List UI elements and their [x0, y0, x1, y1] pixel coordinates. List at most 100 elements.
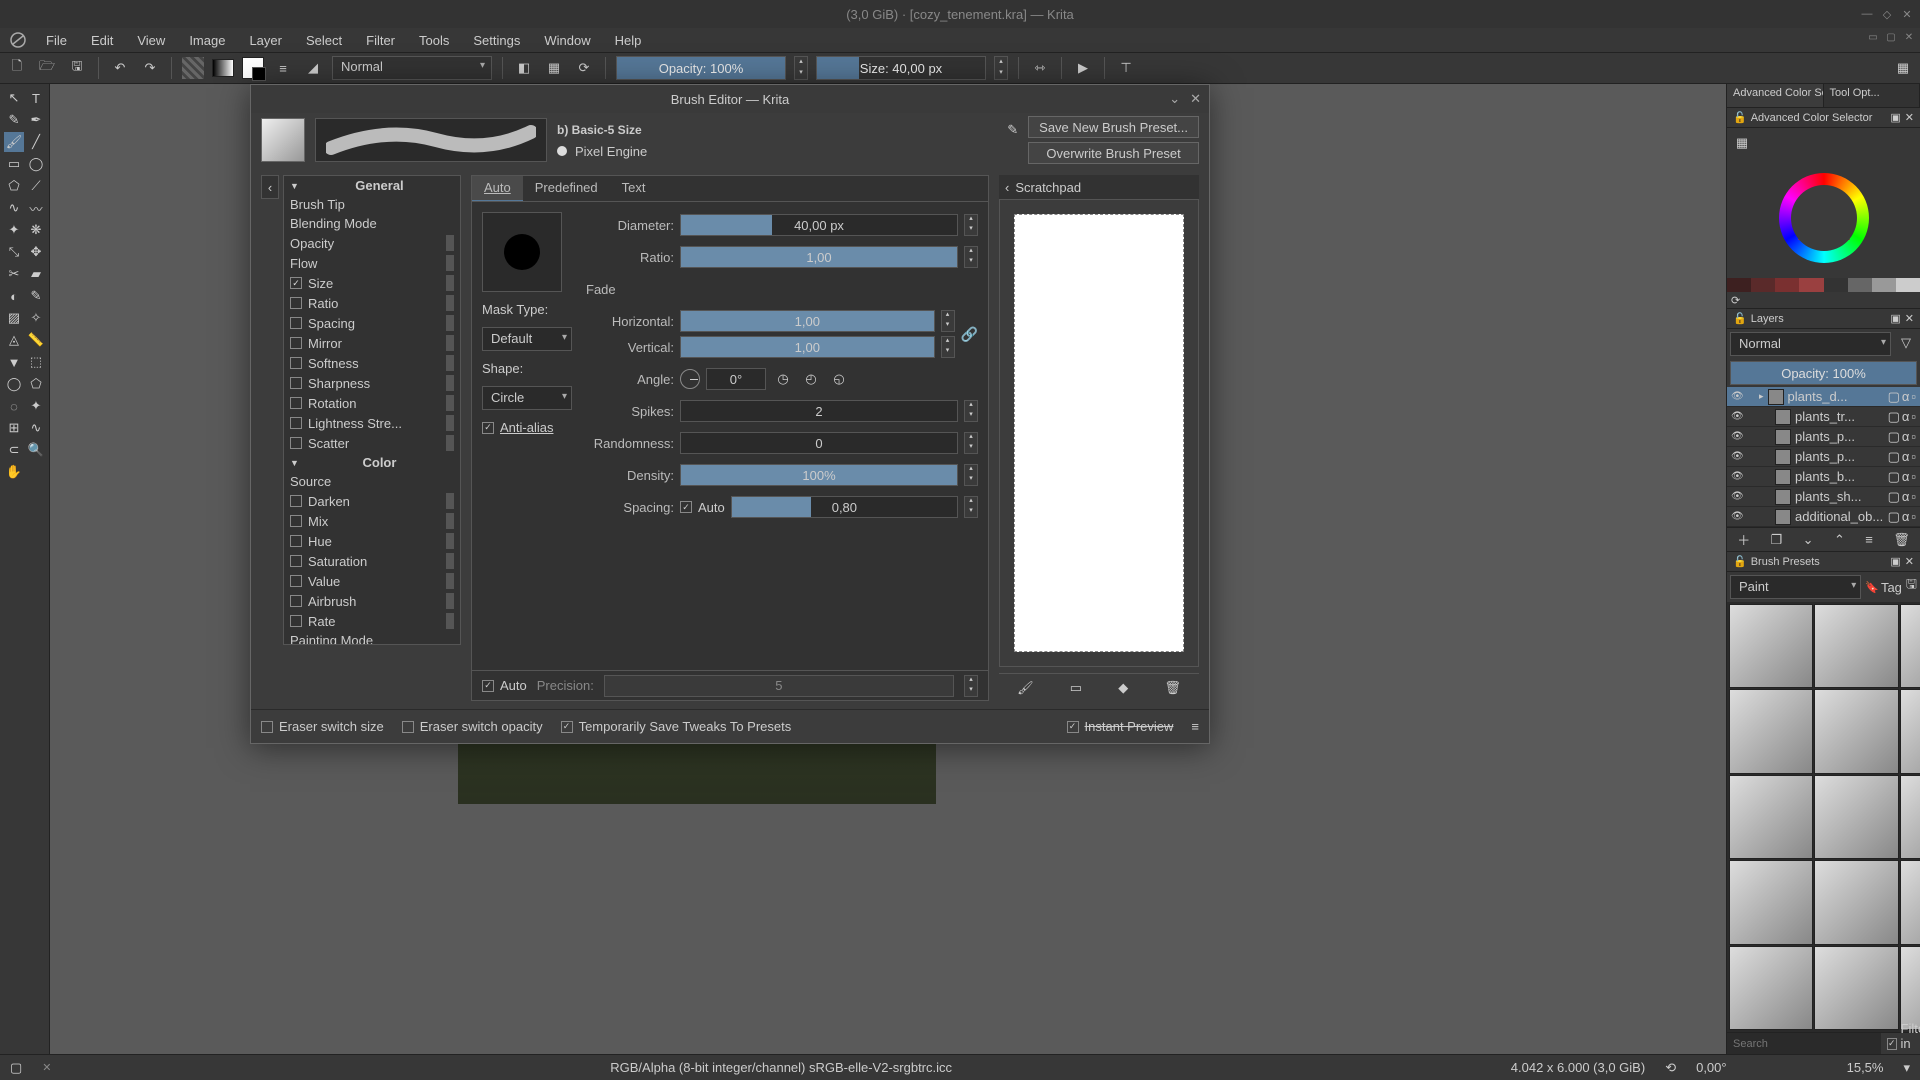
prop-general[interactable]: ▼General	[284, 176, 460, 195]
alpha-lock-icon[interactable]: ▦	[543, 57, 565, 79]
alpha-icon[interactable]: α	[1902, 489, 1910, 505]
brush-preset-item[interactable]	[1729, 775, 1813, 859]
sel-contig-tool-icon[interactable]: ✦	[26, 396, 46, 416]
reload-history-icon[interactable]: ⟳	[1731, 294, 1740, 307]
ws-min-icon[interactable]: ▭	[1866, 30, 1880, 44]
scratchpad-back-icon[interactable]: ‹	[1005, 180, 1009, 195]
rotate-icon[interactable]: ⟲	[1665, 1060, 1676, 1076]
new-file-icon[interactable]: 🗋	[6, 57, 28, 79]
collapse-props-button[interactable]: ‹	[261, 175, 279, 199]
brush-preset-item[interactable]	[1900, 604, 1920, 688]
prop-color[interactable]: ▼Color	[284, 453, 460, 472]
temp-save-tweaks-checkbox[interactable]: Temporarily Save Tweaks To Presets	[561, 719, 792, 734]
filter-in-tag[interactable]: Filter in Tag	[1881, 1033, 1920, 1054]
preset-search-input[interactable]	[1727, 1033, 1881, 1054]
pattern-tool-icon[interactable]: ▨	[4, 308, 24, 328]
layer-row[interactable]: 👁plants_p...▢α▫	[1727, 447, 1920, 467]
diameter-slider[interactable]: 40,00 px	[680, 214, 958, 236]
preset-tag-combo[interactable]: Paint	[1730, 575, 1861, 599]
property-list[interactable]: ▼GeneralBrush TipBlending ModeOpacityFlo…	[283, 175, 461, 645]
dyna-tool-icon[interactable]: ✦	[4, 220, 24, 240]
ellipse-tool-icon[interactable]: ◯	[26, 154, 46, 174]
brush-preset-item[interactable]	[1814, 860, 1898, 944]
layer-row[interactable]: 👁plants_tr...▢α▫	[1727, 407, 1920, 427]
menu-file[interactable]: File	[36, 31, 77, 50]
brush-preset-item[interactable]	[1814, 604, 1898, 688]
scratch-rect-icon[interactable]: ▭	[1070, 680, 1082, 696]
save-tag-icon[interactable]: 🖫	[1906, 575, 1917, 599]
redo-icon[interactable]: ↷	[139, 57, 161, 79]
inherit-icon[interactable]: ▫	[1911, 409, 1916, 425]
brush-preset-item[interactable]	[1729, 860, 1813, 944]
prop-opacity[interactable]: Opacity	[284, 233, 460, 253]
lock-icon[interactable]: ▢	[1888, 489, 1900, 505]
lock-icon[interactable]: 🔓	[1733, 312, 1747, 325]
precision-spinner[interactable]: ▴▾	[964, 675, 978, 697]
move-down-icon[interactable]: ⌄	[1803, 532, 1814, 548]
prop-blending-mode[interactable]: Blending Mode	[284, 214, 460, 233]
menu-help[interactable]: Help	[605, 31, 652, 50]
blend-mode-combo[interactable]: Normal	[332, 56, 492, 80]
add-layer-icon[interactable]: ＋	[1737, 530, 1750, 549]
angle-preset3-icon[interactable]: ◵	[828, 368, 850, 390]
move-layer-tool-icon[interactable]: ✥	[26, 242, 46, 262]
brush-preset-thumbnail[interactable]	[261, 118, 305, 162]
randomness-spinner[interactable]: ▴▾	[964, 432, 978, 454]
tab-adv-color[interactable]: Advanced Color Sele...	[1727, 84, 1824, 107]
eraser-icon[interactable]: ◧	[513, 57, 535, 79]
shape-combo[interactable]: Circle	[482, 386, 572, 410]
tab-text[interactable]: Text	[610, 176, 658, 201]
density-spinner[interactable]: ▴▾	[964, 464, 978, 486]
polyline-tool-icon[interactable]: ⟋	[26, 176, 46, 196]
menu-tools[interactable]: Tools	[409, 31, 459, 50]
mirror-v-icon[interactable]: ▶	[1072, 57, 1094, 79]
eraser-switch-size-checkbox[interactable]: Eraser switch size	[261, 719, 384, 734]
prop-darken[interactable]: Darken	[284, 491, 460, 511]
tag-button[interactable]: 🔖Tag	[1865, 575, 1902, 599]
sel-ellipse-tool-icon[interactable]: ◯	[4, 374, 24, 394]
angle-preset1-icon[interactable]: ◷	[772, 368, 794, 390]
brush-preset-icon[interactable]: ◢	[302, 57, 324, 79]
move-tool-icon[interactable]: ↖	[4, 88, 24, 108]
scratchpad[interactable]	[999, 199, 1199, 667]
lock-icon[interactable]: ▢	[1888, 469, 1900, 485]
density-slider[interactable]: 100%	[680, 464, 958, 486]
menu-settings[interactable]: Settings	[463, 31, 530, 50]
color-history[interactable]	[1727, 278, 1920, 292]
menu-filter[interactable]: Filter	[356, 31, 405, 50]
lock-icon[interactable]: ▢	[1888, 509, 1900, 525]
color-selector[interactable]	[1727, 158, 1920, 278]
lock-icon[interactable]: ▢	[1888, 449, 1900, 465]
close-icon[interactable]: ✕	[1905, 312, 1914, 325]
opacity-spinner[interactable]: ▴▾	[794, 56, 808, 80]
visibility-icon[interactable]: 👁	[1731, 391, 1743, 402]
brush-preset-item[interactable]	[1729, 689, 1813, 773]
prop-spacing[interactable]: Spacing	[284, 313, 460, 333]
spacing-spinner[interactable]: ▴▾	[964, 496, 978, 518]
brush-preset-item[interactable]	[1814, 689, 1898, 773]
settings-menu-icon[interactable]: ≡	[1191, 719, 1199, 734]
brush-preset-item[interactable]	[1900, 689, 1920, 773]
ref-tool-icon[interactable]: ▼	[4, 352, 24, 372]
prop-source[interactable]: Source	[284, 472, 460, 491]
pan-tool-icon[interactable]: ✋	[4, 462, 24, 482]
diameter-spinner[interactable]: ▴▾	[964, 214, 978, 236]
angle-preset2-icon[interactable]: ◴	[800, 368, 822, 390]
visibility-icon[interactable]: 👁	[1731, 451, 1743, 462]
alpha-icon[interactable]: α	[1902, 409, 1910, 425]
brush-tool-icon[interactable]: 🖌	[4, 132, 24, 152]
lock-icon[interactable]: 🔓	[1733, 111, 1747, 124]
save-new-preset-button[interactable]: Save New Brush Preset...	[1028, 116, 1199, 138]
shape-edit-tool-icon[interactable]: ✎	[4, 110, 24, 130]
prop-lightness-stre-[interactable]: Lightness Stre...	[284, 413, 460, 433]
ws-max-icon[interactable]: ▢	[1884, 30, 1898, 44]
scratch-brush-icon[interactable]: 🖌	[1017, 680, 1034, 696]
prop-saturation[interactable]: Saturation	[284, 551, 460, 571]
brush-preset-item[interactable]	[1814, 775, 1898, 859]
mask-type-combo[interactable]: Default	[482, 327, 572, 351]
smart-fill-tool-icon[interactable]: ✧	[26, 308, 46, 328]
prop-rotation[interactable]: Rotation	[284, 393, 460, 413]
visibility-icon[interactable]: 👁	[1731, 431, 1743, 442]
layer-opacity-slider[interactable]: Opacity: 100%	[1730, 361, 1917, 385]
maximize-icon[interactable]: ◇	[1880, 7, 1894, 21]
